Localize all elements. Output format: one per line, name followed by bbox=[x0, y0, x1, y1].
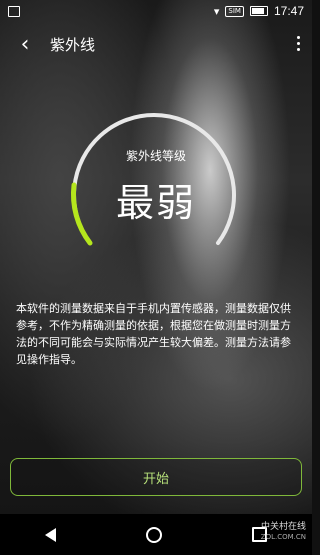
menu-dot-icon bbox=[297, 48, 300, 51]
status-time: 17:47 bbox=[273, 4, 304, 18]
back-button[interactable]: ‹ bbox=[8, 26, 42, 62]
menu-dot-icon bbox=[297, 42, 300, 45]
gallery-icon bbox=[8, 5, 20, 17]
wifi-icon: ▾ bbox=[213, 4, 220, 18]
gauge-value: 最弱 bbox=[115, 181, 196, 225]
status-right: ▾ SIM 17:47 bbox=[214, 4, 304, 18]
start-button[interactable]: 开始 bbox=[10, 458, 302, 496]
status-bar: ▾ SIM 17:47 bbox=[0, 0, 312, 22]
menu-dot-icon bbox=[297, 36, 300, 39]
gauge-label: 紫外线等级 bbox=[125, 149, 186, 163]
toolbar: ‹ 紫外线 bbox=[0, 26, 312, 62]
page-title: 紫外线 bbox=[50, 35, 96, 54]
watermark: 中关村在线 ZOL.COM.CN bbox=[261, 522, 306, 542]
chevron-left-icon: ‹ bbox=[20, 31, 30, 57]
overflow-menu-button[interactable] bbox=[297, 36, 300, 51]
nav-back-icon[interactable] bbox=[45, 527, 56, 542]
sim-badge: SIM bbox=[225, 5, 244, 17]
watermark-brand: 中关村在线 bbox=[260, 522, 306, 532]
nav-home-icon[interactable] bbox=[146, 526, 162, 543]
watermark-domain: ZOL.COM.CN bbox=[260, 533, 306, 541]
battery-icon bbox=[249, 6, 268, 16]
status-left bbox=[8, 5, 20, 17]
description-text: 本软件的测量数据来自于手机内置传感器，测量数据仅供参考，不作为精确测量的依据，根… bbox=[16, 302, 291, 366]
